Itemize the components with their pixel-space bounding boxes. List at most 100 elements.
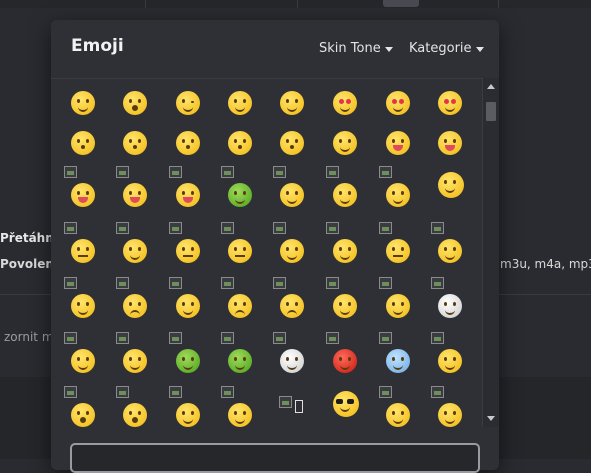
face-without-mouth-icon xyxy=(280,239,304,263)
broken-image-icon xyxy=(326,332,339,344)
face-with-thermometer-icon xyxy=(71,349,95,373)
emoji-drooling-face[interactable] xyxy=(326,277,384,329)
emoji-vomiting-face[interactable] xyxy=(221,332,279,384)
slightly-smiling-face-icon xyxy=(71,91,95,115)
emoji-face-with-medical-mask[interactable] xyxy=(431,277,482,329)
scroll-up-arrow-icon[interactable] xyxy=(487,84,495,89)
emoji-face-with-thermometer[interactable] xyxy=(64,332,122,384)
broken-image-icon xyxy=(169,386,182,398)
emoji-shushing-face[interactable] xyxy=(379,166,437,218)
smirking-face-icon xyxy=(333,239,357,263)
emoji-face-with-monocle[interactable] xyxy=(431,386,482,427)
broken-image-icon xyxy=(116,222,129,234)
emoji-unamused-face[interactable] xyxy=(379,222,437,274)
emoji-dizzy-face[interactable] xyxy=(64,386,122,427)
emoji-sneezing-face[interactable] xyxy=(273,332,331,384)
emoji-hugging-face[interactable] xyxy=(273,166,331,218)
emoji-relieved-face[interactable] xyxy=(169,277,227,329)
vomiting-face-icon xyxy=(228,349,252,373)
winking-face-with-tongue-icon xyxy=(71,183,95,207)
broken-image-icon xyxy=(431,277,444,289)
emoji-face-with-raised-eyebrow[interactable] xyxy=(116,222,174,274)
broken-image-icon xyxy=(64,277,77,289)
emoji-woozy-face[interactable] xyxy=(431,332,482,384)
nerd-face-icon xyxy=(386,403,410,427)
emoji-money-mouth-face[interactable] xyxy=(221,166,279,218)
expressionless-face-icon xyxy=(228,239,252,263)
emoji-face-without-mouth[interactable] xyxy=(273,222,331,274)
emoji-face-with-head-bandage[interactable] xyxy=(116,332,174,384)
emoji-face-with-rolling-eyes[interactable] xyxy=(431,222,482,274)
broken-image-icon xyxy=(64,166,77,178)
cold-face-icon xyxy=(386,349,410,373)
emoji-nerd-face[interactable] xyxy=(379,386,437,427)
star-struck-face-icon xyxy=(438,91,462,115)
scrollbar-thumb[interactable] xyxy=(486,102,496,121)
emoji-confused-face[interactable] xyxy=(116,277,174,329)
skin-tone-dropdown[interactable]: Skin Tone xyxy=(319,41,393,56)
emoji-hot-face[interactable] xyxy=(326,332,384,384)
emoji-picker-header: Emoji Skin Tone Kategorie xyxy=(51,20,499,79)
emoji-grid-scrollbar[interactable] xyxy=(482,78,499,427)
category-label: Kategorie xyxy=(409,41,472,56)
emoji-cowboy-hat-face[interactable] xyxy=(169,386,227,427)
face-with-monocle-icon xyxy=(438,403,462,427)
face-holding-back-tears-icon xyxy=(333,131,357,155)
smiling-face-with-sunglasses-icon xyxy=(333,391,359,417)
emoji-grid xyxy=(51,78,482,427)
drooling-face-icon xyxy=(333,294,357,318)
squinting-face-with-tongue-icon xyxy=(176,183,200,207)
emoji-expressionless-face[interactable] xyxy=(221,222,279,274)
emoji-pensive-face[interactable] xyxy=(221,277,279,329)
background-tab-divider xyxy=(297,0,298,8)
broken-image-icon xyxy=(221,222,234,234)
broken-image-icon xyxy=(379,277,392,289)
emoji-cold-face[interactable] xyxy=(379,332,437,384)
broken-image-icon xyxy=(169,222,182,234)
smiling-face-with-hearts-icon xyxy=(333,91,357,115)
kissing-face-smiling-eyes-icon xyxy=(176,131,200,155)
hushed-face-icon xyxy=(123,91,147,115)
emoji-sleepy-face[interactable] xyxy=(273,277,331,329)
emoji-squinting-face-with-tongue[interactable] xyxy=(169,166,227,218)
broken-image-icon xyxy=(221,386,234,398)
dizzy-face-icon xyxy=(71,403,95,427)
scroll-down-arrow-icon[interactable] xyxy=(487,416,495,421)
broken-image-icon xyxy=(64,222,77,234)
emoji-zipper-mouth-face[interactable] xyxy=(64,222,122,274)
broken-image-icon xyxy=(221,166,234,178)
broken-image-icon xyxy=(221,332,234,344)
category-dropdown[interactable]: Kategorie xyxy=(409,41,484,56)
neutral-face-icon xyxy=(176,239,200,263)
emoji-partying-face[interactable] xyxy=(221,386,279,427)
emoji-picker-title: Emoji xyxy=(71,36,124,56)
thinking-face-icon xyxy=(438,172,464,198)
emoji-neutral-face[interactable] xyxy=(169,222,227,274)
emoji-face-with-hand-over-mouth[interactable] xyxy=(326,166,384,218)
emoji-exploding-head[interactable] xyxy=(116,386,174,427)
emoji-zany-face[interactable] xyxy=(116,166,174,218)
emoji-sleeping-face[interactable] xyxy=(379,277,437,329)
broken-image-icon xyxy=(169,277,182,289)
broken-image-icon xyxy=(326,166,339,178)
heart-eyes-face-icon xyxy=(386,91,410,115)
face-blowing-kiss-icon xyxy=(71,131,95,155)
woozy-face-icon xyxy=(438,349,462,373)
broken-image-icon xyxy=(116,277,129,289)
relieved-face-icon xyxy=(176,294,200,318)
skin-tone-label: Skin Tone xyxy=(319,41,381,56)
emoji-grimacing-face[interactable] xyxy=(64,277,122,329)
emoji-nauseated-face[interactable] xyxy=(169,332,227,384)
winking-face-icon xyxy=(176,91,200,115)
partying-face-icon xyxy=(228,403,252,427)
broken-image-icon xyxy=(273,166,286,178)
emoji-disguised-face[interactable] xyxy=(279,390,331,427)
emoji-smiling-face-with-sunglasses[interactable] xyxy=(332,390,384,427)
emoji-thinking-face[interactable] xyxy=(437,170,482,218)
emoji-smirking-face[interactable] xyxy=(326,222,384,274)
background-active-tab[interactable] xyxy=(383,0,419,7)
background-top-bar xyxy=(0,0,591,8)
emoji-search-input[interactable] xyxy=(70,443,480,473)
broken-image-icon xyxy=(273,332,286,344)
emoji-winking-face-with-tongue[interactable] xyxy=(64,166,122,218)
